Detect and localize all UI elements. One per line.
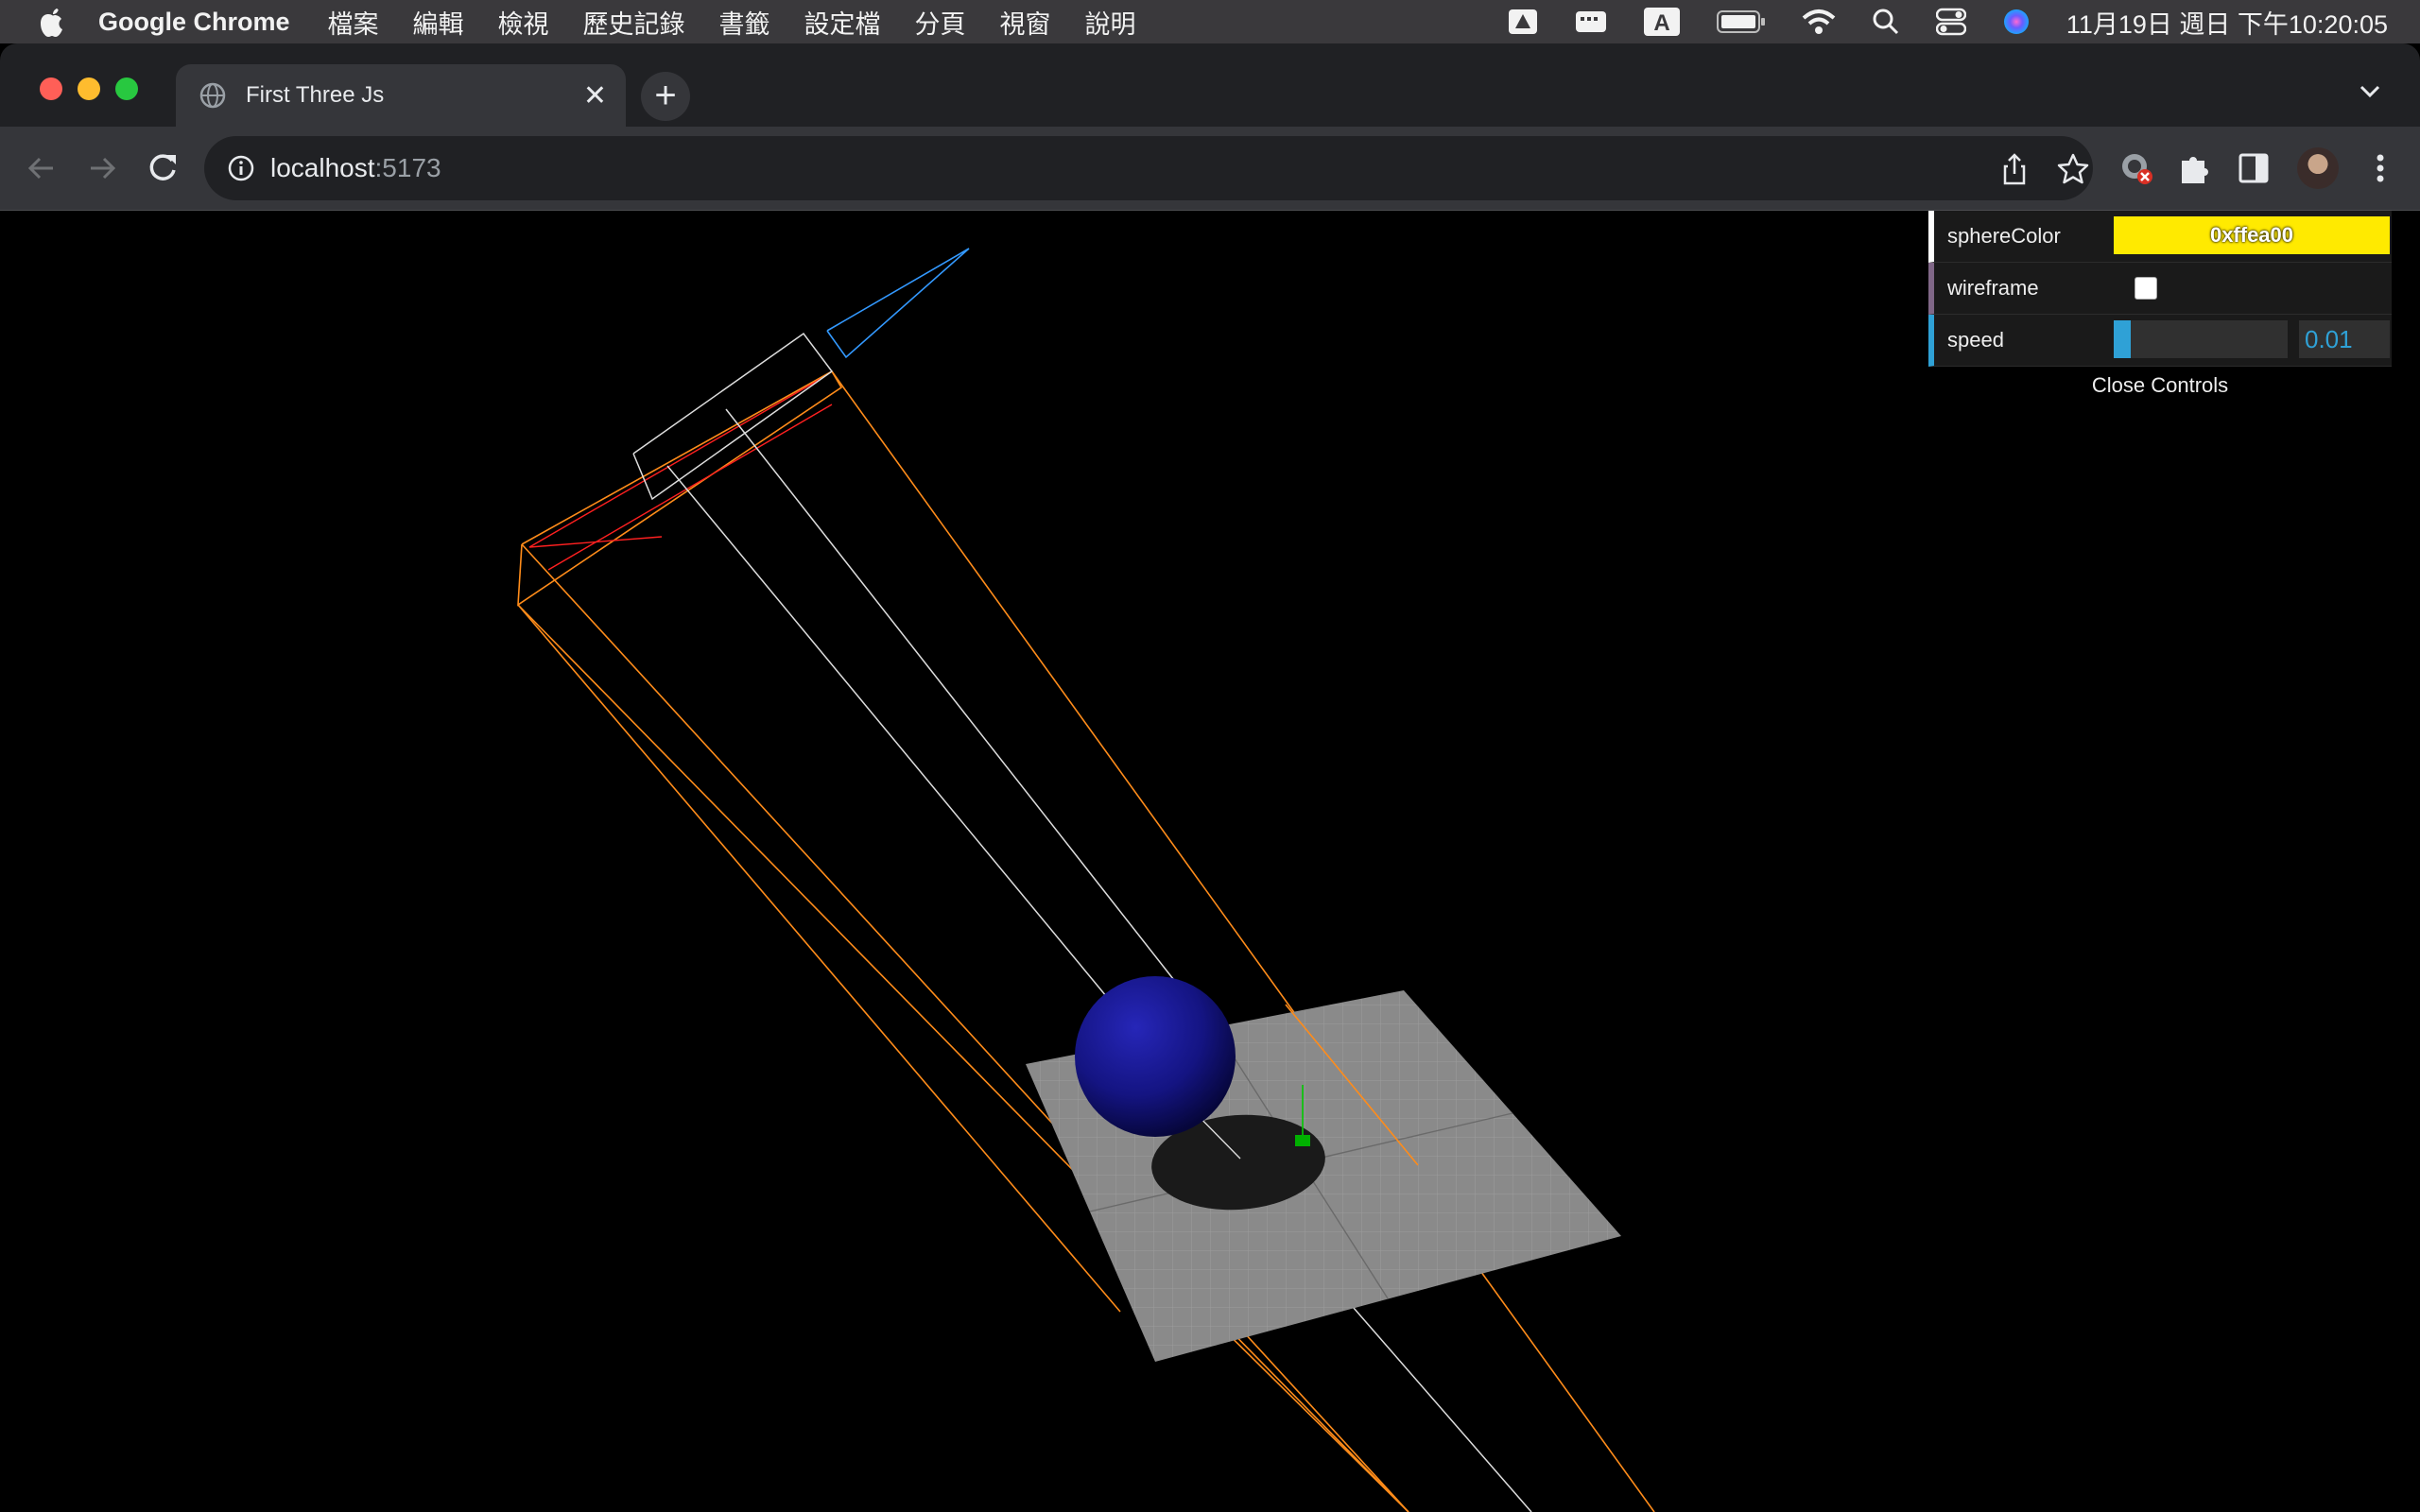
menubar-status-area: A 11月19日 週日 下午10:20:05 <box>1471 0 2388 43</box>
url-host: localhost <box>270 153 375 182</box>
menu-app-name[interactable]: Google Chrome <box>98 8 290 37</box>
wireframe-label: wireframe <box>1947 276 2039 300</box>
input-method-icon[interactable]: A <box>1643 7 1681 37</box>
window-zoom-button[interactable] <box>115 77 138 100</box>
menu-history[interactable]: 歷史記錄 <box>583 4 685 41</box>
menubar-clock[interactable]: 11月19日 週日 下午10:20:05 <box>2066 4 2388 41</box>
light-direction-lines <box>632 332 1532 1512</box>
profile-avatar[interactable] <box>2297 147 2339 189</box>
close-controls-button[interactable]: Close Controls <box>1928 367 2392 404</box>
menu-bookmarks[interactable]: 書籤 <box>719 4 770 41</box>
keyboard-brightness-icon[interactable] <box>1575 9 1607 35</box>
wifi-icon[interactable] <box>1802 9 1836 35</box>
tab-search-chevron-icon[interactable] <box>2358 81 2382 100</box>
tab-close-icon[interactable]: ✕ <box>583 79 607 112</box>
spotlight-helper-lines <box>517 369 1655 1512</box>
wireframe-checkbox[interactable] <box>2135 277 2157 300</box>
globe-icon <box>199 81 227 110</box>
menu-view[interactable]: 檢視 <box>498 4 549 41</box>
drive-icon[interactable] <box>1507 8 1539 36</box>
reload-icon[interactable] <box>142 147 183 189</box>
svg-text:A: A <box>1653 10 1669 36</box>
menu-file[interactable]: 檔案 <box>328 4 379 41</box>
site-info-icon[interactable] <box>227 154 255 182</box>
spotlight-search-icon[interactable] <box>1872 8 1900 36</box>
chrome-tab-strip: First Three Js ✕ + <box>0 43 2420 127</box>
window-minimize-button[interactable] <box>78 77 100 100</box>
apple-icon[interactable] <box>38 6 66 38</box>
browser-tab[interactable]: First Three Js ✕ <box>176 64 626 127</box>
siri-icon[interactable] <box>2002 8 2031 36</box>
directional-light-helper <box>826 248 970 359</box>
gui-speed-row: speed 0.01 <box>1928 315 2392 367</box>
control-center-icon[interactable] <box>1935 8 1966 36</box>
url-port: :5173 <box>374 153 441 182</box>
dat-gui-panel: sphereColor 0xffea00 wireframe speed 0.0… <box>1928 211 2392 404</box>
window-close-button[interactable] <box>40 77 62 100</box>
chrome-menu-icon[interactable] <box>2360 147 2401 189</box>
menu-help[interactable]: 說明 <box>1085 4 1136 41</box>
speed-slider[interactable] <box>2114 320 2288 358</box>
sphere-color-input[interactable]: 0xffea00 <box>2114 216 2390 254</box>
new-tab-button[interactable]: + <box>641 72 690 121</box>
bookmark-star-icon[interactable] <box>2055 151 2091 187</box>
gui-wireframe-row: wireframe <box>1928 263 2392 315</box>
speed-number-input[interactable]: 0.01 <box>2299 320 2390 358</box>
address-bar[interactable]: localhost:5173 <box>204 136 2093 200</box>
menu-edit[interactable]: 編輯 <box>413 4 464 41</box>
macos-menu-bar: Google Chrome 檔案 編輯 檢視 歷史記錄 書籤 設定檔 分頁 視窗… <box>0 0 2420 43</box>
extension-blocked-icon[interactable] <box>2116 147 2157 189</box>
shadow-camera-helper <box>528 378 833 571</box>
speed-slider-fill <box>2114 320 2132 358</box>
battery-icon[interactable] <box>1716 9 1766 34</box>
tab-title: First Three Js <box>246 82 385 108</box>
menu-tab[interactable]: 分頁 <box>915 4 966 41</box>
chrome-toolbar: localhost:5173 <box>0 127 2420 211</box>
share-icon[interactable] <box>1996 151 2032 187</box>
gui-sphere-color-row: sphereColor 0xffea00 <box>1928 211 2392 263</box>
extensions-puzzle-icon[interactable] <box>2174 147 2216 189</box>
menu-window[interactable]: 視窗 <box>1000 4 1051 41</box>
sphere-color-label: sphereColor <box>1947 224 2061 248</box>
menu-profiles[interactable]: 設定檔 <box>804 4 881 41</box>
threejs-canvas[interactable]: sphereColor 0xffea00 wireframe speed 0.0… <box>0 211 2420 1512</box>
back-arrow-icon[interactable] <box>21 147 62 189</box>
speed-label: speed <box>1947 328 2004 352</box>
forward-arrow-icon[interactable] <box>81 147 123 189</box>
sphere-mesh[interactable] <box>1075 976 1236 1137</box>
three-scene <box>517 248 1655 1512</box>
side-panel-icon[interactable] <box>2233 147 2274 189</box>
